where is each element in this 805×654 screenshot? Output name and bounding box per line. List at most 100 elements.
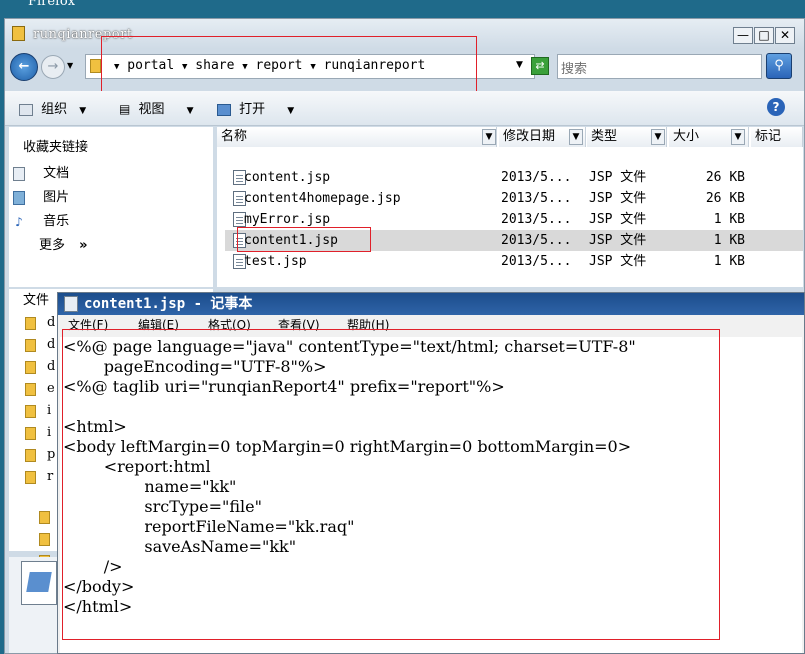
refresh-button[interactable]: ⇄ (531, 57, 549, 75)
chevron-down-icon: ▼ (287, 106, 295, 116)
code-line: srcType="file" (63, 497, 262, 516)
back-button[interactable]: ← (10, 53, 38, 81)
file-row[interactable]: content1.jsp 2013/5... JSP 文件 1 KB (225, 230, 803, 251)
menu-file[interactable]: 文件(F) (68, 315, 108, 335)
file-type: JSP 文件 (589, 254, 647, 269)
view-button[interactable]: ▤ 视图 ▼ (119, 98, 194, 117)
search-input[interactable]: 搜索 (557, 54, 762, 79)
double-chevron-icon: » (79, 238, 88, 253)
breadcrumb-share[interactable]: share (195, 58, 234, 73)
column-header-tags[interactable]: 标记 (751, 127, 803, 147)
back-arrow-icon: ← (18, 59, 30, 74)
code-line: pageEncoding="UTF-8"%> (63, 357, 327, 376)
column-name-dropdown-icon[interactable]: ▼ (482, 129, 496, 145)
menu-view[interactable]: 查看(V) (278, 315, 320, 335)
forward-arrow-icon: → (47, 59, 59, 74)
file-name: content1.jsp (244, 233, 338, 248)
refresh-icon: ⇄ (535, 59, 545, 72)
folder-icon (25, 427, 36, 440)
file-size: 26 KB (705, 191, 745, 206)
code-line: <html> (63, 417, 127, 436)
folder-icon (25, 405, 36, 418)
folder-icon (25, 339, 36, 352)
column-type-dropdown-icon[interactable]: ▼ (651, 129, 665, 145)
code-line: saveAsName="kk" (63, 537, 297, 556)
minimize-button[interactable]: — (733, 27, 753, 44)
search-button[interactable]: ⚲ (766, 53, 792, 79)
nav-item-music[interactable]: ♪ 音乐 (13, 210, 69, 229)
file-name: test.jsp (244, 254, 307, 269)
file-name: myError.jsp (244, 212, 331, 227)
notepad-text-area[interactable]: <%@ page language="java" contentType="te… (60, 337, 802, 653)
file-date: 2013/5... (501, 233, 572, 248)
folder-tree-label: r (47, 469, 54, 484)
open-button[interactable]: 打开 ▼ (217, 98, 294, 117)
nav-item-more[interactable]: 更多 » (39, 234, 88, 253)
nav-item-pictures[interactable]: 图片 (13, 186, 69, 205)
address-dropdown-icon[interactable]: ▼ (516, 60, 523, 70)
explorer-title: runqianreport (33, 27, 133, 42)
folder-icon (25, 317, 36, 330)
breadcrumb-portal[interactable]: portal (127, 58, 174, 73)
file-name: content.jsp (244, 170, 331, 185)
file-row[interactable]: content4homepage.jsp 2013/5... JSP 文件 26 KB (225, 188, 803, 209)
folder-icon (25, 449, 36, 462)
favorites-header: 收藏夹链接 (23, 140, 89, 155)
organize-label: 组织 (41, 102, 68, 117)
folder-tree-label: e (47, 381, 55, 396)
menu-edit[interactable]: 编辑(E) (138, 315, 179, 335)
menu-format[interactable]: 格式(O) (208, 315, 251, 335)
breadcrumb-sep-icon[interactable]: ▼ (310, 62, 315, 72)
code-line: </body> (63, 577, 135, 596)
organize-button[interactable]: 组织 ▼ (19, 98, 86, 117)
file-date: 2013/5... (501, 191, 572, 206)
help-button[interactable]: ? (767, 98, 785, 116)
file-row[interactable]: myError.jsp 2013/5... JSP 文件 1 KB (225, 209, 803, 230)
menu-help[interactable]: 帮助(H) (347, 315, 389, 335)
code-line: <report:html (63, 457, 211, 476)
subfolder-icon[interactable] (39, 533, 50, 546)
file-row[interactable]: test.jsp 2013/5... JSP 文件 1 KB (225, 251, 803, 272)
file-thumbnail-icon (21, 561, 57, 605)
address-bar[interactable]: ▼ portal ▼ share ▼ report ▼ runqianrepor… (85, 54, 535, 79)
file-row[interactable]: content.jsp 2013/5... JSP 文件 26 KB (225, 167, 803, 188)
nav-item-documents[interactable]: 文档 (13, 162, 69, 181)
notepad-title-bar: content1.jsp - 记事本 (58, 293, 804, 315)
notepad-title: content1.jsp - 记事本 (84, 296, 253, 312)
file-type: JSP 文件 (589, 233, 647, 248)
folder-tree-label: i (47, 403, 52, 418)
view-icon: ▤ (119, 102, 131, 116)
subfolder-icon[interactable] (39, 511, 50, 524)
notepad-window: content1.jsp - 记事本 文件(F) 编辑(E) 格式(O) 查看(… (57, 292, 805, 654)
file-date: 2013/5... (501, 170, 572, 185)
column-size-dropdown-icon[interactable]: ▼ (731, 129, 745, 145)
file-date: 2013/5... (501, 254, 572, 269)
folders-header[interactable]: 文件 (23, 289, 49, 308)
maximize-button[interactable]: □ (754, 27, 774, 44)
breadcrumb-sep-icon[interactable]: ▼ (242, 62, 247, 72)
breadcrumb: ▼ portal ▼ share ▼ report ▼ runqianrepor… (114, 58, 425, 73)
notepad-icon (64, 296, 78, 312)
code-line: <body leftMargin=0 topMargin=0 rightMarg… (63, 437, 632, 456)
breadcrumb-report[interactable]: report (256, 58, 303, 73)
recent-pages-dropdown[interactable]: ▼ (67, 61, 73, 70)
organize-icon (19, 103, 33, 116)
file-size: 1 KB (713, 212, 745, 227)
breadcrumb-sep-icon[interactable]: ▼ (182, 62, 187, 72)
file-size: 26 KB (705, 170, 745, 185)
explorer-title-bar: runqianreport — □ ✕ (5, 19, 804, 49)
address-folder-icon (90, 59, 101, 73)
breadcrumb-sep-icon[interactable]: ▼ (114, 62, 119, 72)
column-date-dropdown-icon[interactable]: ▼ (569, 129, 583, 145)
folder-tree-label: p (47, 447, 56, 462)
nav-item-label: 更多 (39, 238, 66, 253)
file-size: 1 KB (713, 233, 745, 248)
code-line: name="kk" (63, 477, 237, 496)
code-line: </html> (63, 597, 133, 616)
file-name: content4homepage.jsp (244, 191, 401, 206)
close-button[interactable]: ✕ (775, 27, 795, 44)
column-header-name[interactable]: 名称 (217, 127, 497, 147)
forward-button[interactable]: → (41, 55, 65, 79)
help-icon: ? (772, 100, 780, 114)
breadcrumb-runqianreport[interactable]: runqianreport (324, 58, 426, 73)
